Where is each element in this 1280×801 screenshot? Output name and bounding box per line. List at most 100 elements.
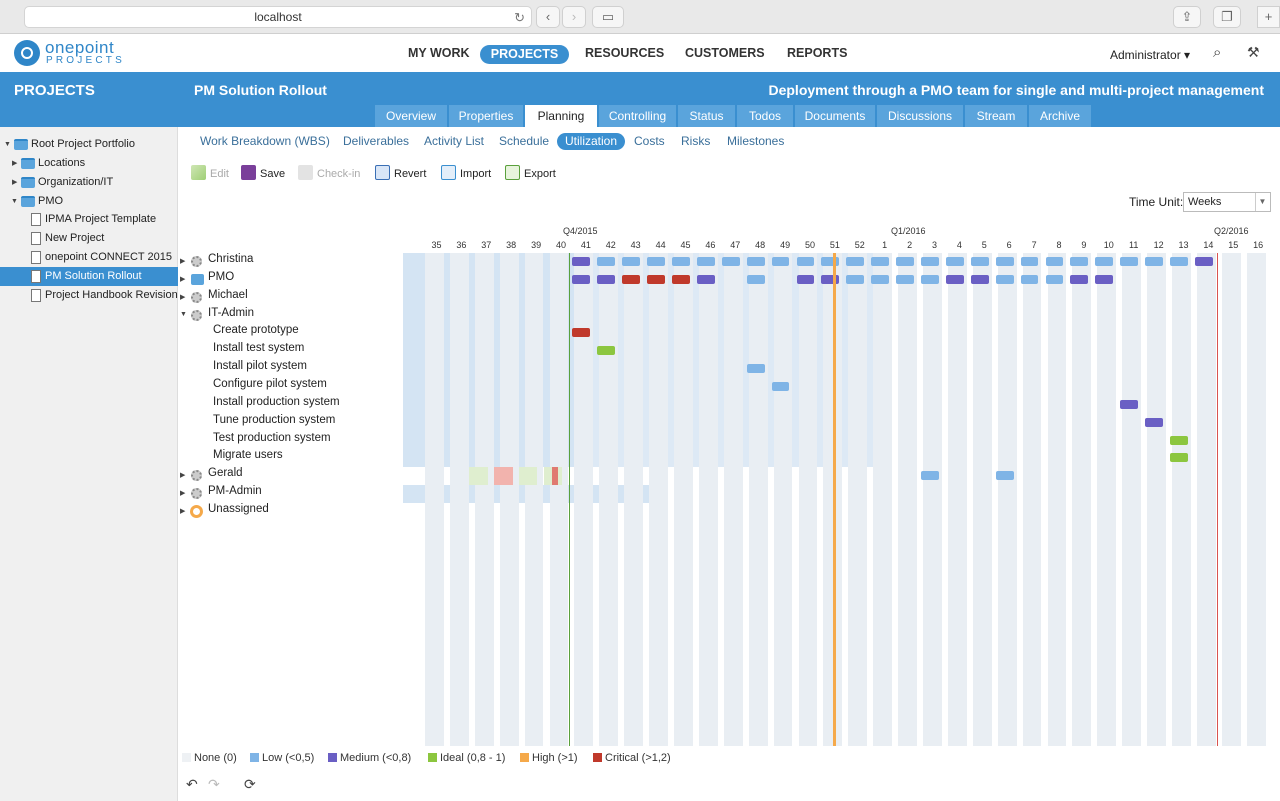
resource-label[interactable]: Christina: [208, 253, 253, 265]
tools-icon[interactable]: ⚒: [1247, 44, 1260, 61]
forward-icon[interactable]: ›: [562, 6, 586, 28]
resource-label[interactable]: IT-Admin: [208, 307, 254, 319]
expand-icon[interactable]: ▼: [180, 311, 187, 318]
utilization-bar[interactable]: [1120, 257, 1139, 266]
utilization-bar[interactable]: [672, 257, 690, 266]
utilization-bar[interactable]: [871, 257, 890, 266]
resource-label[interactable]: Gerald: [208, 467, 243, 479]
utilization-bar[interactable]: [672, 274, 690, 284]
utilization-bar[interactable]: [696, 274, 715, 284]
resource-label[interactable]: Michael: [208, 289, 248, 301]
nav-customers[interactable]: CUSTOMERS: [685, 46, 765, 60]
utilization-bar[interactable]: [1045, 257, 1064, 266]
save-button[interactable]: Save: [241, 165, 285, 183]
search-icon[interactable]: ⌕: [1213, 44, 1221, 61]
tab-properties[interactable]: Properties: [449, 105, 523, 127]
nav-my-work[interactable]: MY WORK: [408, 46, 470, 60]
utilization-bar[interactable]: [746, 364, 765, 374]
utilization-bar[interactable]: [1170, 435, 1188, 445]
edit-button[interactable]: Edit: [191, 165, 229, 183]
tab-stream[interactable]: Stream: [965, 105, 1027, 127]
utilization-bar[interactable]: [1070, 257, 1089, 266]
user-menu[interactable]: Administrator ▾: [1110, 48, 1190, 62]
redo-icon[interactable]: ↷: [208, 776, 220, 793]
utilization-bar[interactable]: [1145, 257, 1163, 266]
import-button[interactable]: Import: [441, 165, 491, 183]
utilization-bar[interactable]: [597, 257, 616, 266]
tree-item-project-handbook-revision[interactable]: Project Handbook Revision: [0, 286, 178, 305]
export-button[interactable]: Export: [505, 165, 556, 183]
tree-item-onepoint-connect-2015[interactable]: onepoint CONNECT 2015: [0, 248, 178, 267]
utilization-bar[interactable]: [945, 257, 964, 266]
utilization-bar[interactable]: [572, 257, 591, 266]
utilization-bar[interactable]: [597, 274, 616, 284]
expand-icon[interactable]: ▶: [180, 257, 185, 265]
utilization-bar[interactable]: [921, 274, 939, 284]
utilization-bar[interactable]: [846, 274, 865, 284]
utilization-bar[interactable]: [995, 257, 1014, 266]
utilization-bar[interactable]: [921, 471, 939, 481]
checkin-button[interactable]: Check-in: [298, 165, 360, 183]
back-icon[interactable]: ‹: [536, 6, 560, 28]
subtab-milestones[interactable]: Milestones: [727, 133, 784, 150]
tab-archive[interactable]: Archive: [1029, 105, 1091, 127]
collapse-icon[interactable]: ▼: [4, 135, 11, 154]
utilization-bar[interactable]: [945, 274, 964, 284]
time-unit-select[interactable]: Weeks ▼: [1183, 192, 1271, 212]
utilization-bar[interactable]: [647, 274, 665, 284]
tree-item-root-project-portfolio[interactable]: ▼ Root Project Portfolio: [0, 135, 178, 154]
utilization-bar[interactable]: [1095, 257, 1114, 266]
utilization-bar[interactable]: [746, 257, 765, 266]
subtab-wbs[interactable]: Work Breakdown (WBS): [200, 133, 330, 150]
tab-planning[interactable]: Planning: [525, 105, 597, 127]
utilization-bar[interactable]: [796, 274, 815, 284]
subtab-schedule[interactable]: Schedule: [499, 133, 549, 150]
resource-label[interactable]: Unassigned: [208, 503, 269, 515]
utilization-bar[interactable]: [995, 471, 1014, 481]
utilization-bar[interactable]: [1095, 274, 1114, 284]
utilization-bar[interactable]: [721, 257, 740, 266]
collapse-icon[interactable]: ▼: [11, 192, 18, 211]
reload-icon[interactable]: ↻: [514, 8, 525, 28]
utilization-bar[interactable]: [572, 328, 591, 338]
nav-resources[interactable]: RESOURCES: [585, 46, 664, 60]
tree-item-pmo[interactable]: ▼ PMO: [0, 192, 178, 211]
utilization-bar[interactable]: [746, 274, 765, 284]
utilization-bar[interactable]: [696, 257, 715, 266]
utilization-bar[interactable]: [1120, 399, 1139, 409]
utilization-bar[interactable]: [970, 274, 989, 284]
utilization-bar[interactable]: [647, 257, 665, 266]
utilization-bar[interactable]: [921, 257, 939, 266]
share-icon[interactable]: ⇪: [1173, 6, 1201, 28]
tab-discussions[interactable]: Discussions: [877, 105, 963, 127]
refresh-icon[interactable]: ⟳: [244, 776, 256, 793]
utilization-bar[interactable]: [1145, 417, 1163, 427]
expand-icon[interactable]: ▶: [12, 173, 17, 192]
utilization-bar[interactable]: [1020, 274, 1039, 284]
subtab-activity-list[interactable]: Activity List: [424, 133, 484, 150]
expand-icon[interactable]: ▶: [12, 154, 17, 173]
tree-item-locations[interactable]: ▶ Locations: [0, 154, 178, 173]
expand-icon[interactable]: ▶: [180, 471, 185, 479]
subtab-utilization[interactable]: Utilization: [557, 133, 625, 150]
subtab-risks[interactable]: Risks: [681, 133, 710, 150]
resource-label[interactable]: PM-Admin: [208, 485, 262, 497]
utilization-bar[interactable]: [1020, 257, 1039, 266]
tab-documents[interactable]: Documents: [795, 105, 875, 127]
nav-reports[interactable]: REPORTS: [787, 46, 847, 60]
expand-icon[interactable]: ▶: [180, 275, 185, 283]
utilization-bar[interactable]: [1070, 274, 1089, 284]
tree-item-ipma-project-template[interactable]: IPMA Project Template: [0, 210, 178, 229]
utilization-bar[interactable]: [622, 274, 641, 284]
tree-item-organization-it[interactable]: ▶ Organization/IT: [0, 173, 178, 192]
utilization-bar[interactable]: [796, 257, 815, 266]
address-bar[interactable]: localhost ↻: [24, 6, 532, 28]
undo-icon[interactable]: ↶: [186, 776, 198, 793]
tree-item-pm-solution-rollout[interactable]: PM Solution Rollout: [0, 267, 178, 286]
tree-item-new-project[interactable]: New Project: [0, 229, 178, 248]
sidebar-toggle-icon[interactable]: ▭: [592, 6, 624, 28]
utilization-bar[interactable]: [970, 257, 989, 266]
utilization-bar[interactable]: [1045, 274, 1064, 284]
utilization-bar[interactable]: [846, 257, 865, 266]
tab-controlling[interactable]: Controlling: [599, 105, 676, 127]
